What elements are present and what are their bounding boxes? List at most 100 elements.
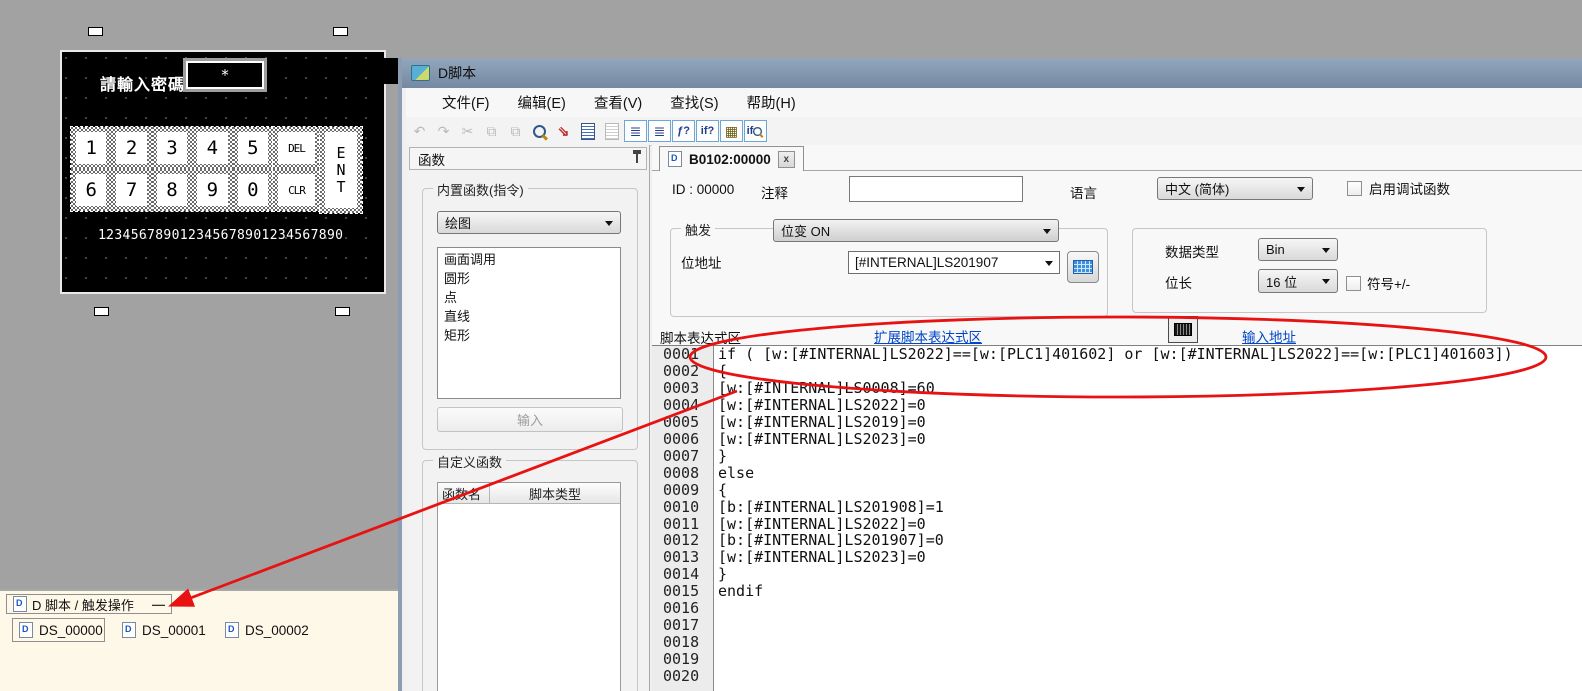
window-titlebar[interactable]: D脚本 (402, 58, 1582, 88)
dscript-item-ds00002[interactable]: DS_00002 (219, 618, 315, 642)
calculator-icon[interactable]: ▦ (720, 120, 743, 142)
function-panel-header: 函数 (409, 147, 647, 170)
selection-handle[interactable] (333, 27, 348, 36)
enable-debug-checkbox[interactable]: 启用调试函数 (1347, 178, 1450, 198)
if-search-icon[interactable]: if (744, 120, 767, 142)
extended-script-link[interactable]: 扩展脚本表达式区 (874, 326, 982, 346)
keypad-key[interactable]: 1 (71, 127, 111, 169)
dscript-item-ds00000[interactable]: DS_00000 (12, 618, 105, 642)
menu-item[interactable]: 编辑(E) (504, 88, 580, 117)
menu-item[interactable]: 查看(V) (580, 88, 656, 117)
enter-key-group[interactable]: E N T (319, 126, 363, 214)
selection-handle[interactable] (88, 27, 103, 36)
language-label: 语言 (1070, 182, 1097, 202)
selection-handle[interactable] (94, 307, 109, 316)
trigger-group: 触发 位变 ON 位地址 [#INTERNAL]LS201907 (670, 228, 1108, 317)
bit-length-dropdown[interactable]: 16 位 (1258, 269, 1338, 293)
undo-icon[interactable]: ↶ (408, 120, 431, 142)
del-clr-key-group[interactable]: DEL CLR (272, 126, 321, 212)
insert-template-icon[interactable]: ≣ (648, 120, 671, 142)
data-type-dropdown[interactable]: Bin (1258, 238, 1338, 261)
if-hint-icon[interactable]: if? (696, 120, 719, 142)
menu-item[interactable]: 帮助(H) (733, 88, 810, 117)
address-keypad-button[interactable] (1067, 251, 1099, 283)
dscript-item-ds00001[interactable]: DS_00001 (116, 618, 212, 642)
script-list-icon[interactable] (576, 120, 599, 142)
clr-key[interactable]: CLR (273, 169, 320, 211)
custom-function-table[interactable]: 函数名 脚本类型 (437, 482, 621, 691)
search-icon[interactable] (528, 120, 551, 142)
code-line[interactable]: { (714, 482, 1582, 499)
hmi-screen-preview[interactable]: 請輸入密碼 * 1 2 3 4 5 6 7 8 9 0 (60, 50, 386, 294)
close-tab-icon[interactable]: x (778, 151, 795, 168)
code-line[interactable]: } (714, 566, 1582, 583)
script-keypad-button[interactable] (1168, 316, 1198, 343)
keypad-key[interactable]: 9 (192, 169, 232, 211)
code-line[interactable]: endif (714, 583, 1582, 600)
list-item[interactable]: 直线 (438, 307, 620, 326)
list-item[interactable]: 画面调用 (438, 250, 620, 269)
editor-pane: B0102:00000 x ID : 00000 注释 语言 中文 (简体) 启… (652, 145, 1582, 691)
keypad-key[interactable]: 7 (111, 169, 151, 211)
column-header-script-type[interactable]: 脚本类型 (490, 483, 620, 503)
selection-handle[interactable] (335, 307, 350, 316)
line-number: 0003 (652, 380, 713, 397)
column-header-function-name[interactable]: 函数名 (438, 483, 490, 503)
code-line[interactable]: } (714, 448, 1582, 465)
document-tab[interactable]: B0102:00000 x (659, 146, 804, 171)
numeric-keypad-group[interactable]: 1 2 3 4 5 6 7 8 9 0 (70, 126, 274, 212)
bit-address-combo[interactable]: [#INTERNAL]LS201907 (848, 251, 1060, 274)
menu-item[interactable]: 文件(F) (428, 88, 504, 117)
trigger-condition-dropdown[interactable]: 位变 ON (773, 219, 1059, 242)
line-number: 0009 (652, 482, 713, 499)
copy-icon[interactable]: ⧉ (480, 120, 503, 142)
checkbox[interactable] (1346, 276, 1361, 291)
code-line[interactable]: [w:[#INTERNAL]LS2019]=0 (714, 414, 1582, 431)
line-number: 0008 (652, 465, 713, 482)
paste-icon[interactable]: ⧉ (504, 120, 527, 142)
jump-icon[interactable]: ⇘ (552, 120, 575, 142)
comment-input[interactable] (849, 176, 1023, 202)
cut-icon[interactable]: ✂ (456, 120, 479, 142)
keypad-key[interactable]: 5 (233, 127, 273, 169)
code-line[interactable]: else (714, 465, 1582, 482)
del-key[interactable]: DEL (273, 127, 320, 169)
pin-icon[interactable] (636, 154, 638, 163)
collapse-panel-button[interactable]: — (152, 597, 165, 612)
input-address-link[interactable]: 输入地址 (1242, 326, 1296, 346)
builtin-function-list[interactable]: 画面调用圆形点直线矩形 (437, 247, 621, 399)
script-code-area[interactable]: if ( [w:[#INTERNAL]LS2022]==[w:[PLC1]401… (714, 346, 1582, 691)
keypad-key[interactable]: 0 (233, 169, 273, 211)
code-line[interactable]: [w:[#INTERNAL]LS2022]=0 (714, 516, 1582, 533)
code-line[interactable]: [b:[#INTERNAL]LS201907]=0 (714, 532, 1582, 549)
code-line[interactable]: [b:[#INTERNAL]LS201908]=1 (714, 499, 1582, 516)
keypad-key[interactable]: 2 (111, 127, 151, 169)
keypad-key[interactable]: 3 (152, 127, 192, 169)
checkbox[interactable] (1347, 181, 1362, 196)
code-line[interactable]: [w:[#INTERNAL]LS0008]=60 (714, 380, 1582, 397)
sign-checkbox[interactable]: 符号+/- (1346, 273, 1410, 293)
new-script-icon[interactable] (600, 120, 623, 142)
function-hint-icon[interactable]: ƒ? (672, 120, 695, 142)
code-line[interactable]: { (714, 363, 1582, 380)
menu-item[interactable]: 查找(S) (656, 88, 732, 117)
list-item[interactable]: 点 (438, 288, 620, 307)
code-line[interactable]: [w:[#INTERNAL]LS2023]=0 (714, 549, 1582, 566)
list-item[interactable]: 矩形 (438, 326, 620, 345)
insert-button[interactable]: 输入 (437, 407, 623, 432)
line-number: 0002 (652, 363, 713, 380)
code-line[interactable]: [w:[#INTERNAL]LS2022]=0 (714, 397, 1582, 414)
code-line[interactable]: if ( [w:[#INTERNAL]LS2022]==[w:[PLC1]401… (714, 346, 1582, 363)
redo-icon[interactable]: ↷ (432, 120, 455, 142)
ent-key[interactable]: E N T (320, 127, 362, 213)
function-category-dropdown[interactable]: 绘图 (437, 211, 621, 234)
dscript-panel-header-tab[interactable]: D 脚本 / 触发操作 — (6, 594, 172, 614)
numbered-list-icon[interactable]: ≣ (624, 120, 647, 142)
code-line[interactable]: [w:[#INTERNAL]LS2023]=0 (714, 431, 1582, 448)
password-input-display[interactable]: * (186, 61, 264, 89)
language-dropdown[interactable]: 中文 (简体) (1157, 177, 1313, 200)
keypad-key[interactable]: 4 (192, 127, 232, 169)
keypad-key[interactable]: 8 (152, 169, 192, 211)
keypad-key[interactable]: 6 (71, 169, 111, 211)
list-item[interactable]: 圆形 (438, 269, 620, 288)
